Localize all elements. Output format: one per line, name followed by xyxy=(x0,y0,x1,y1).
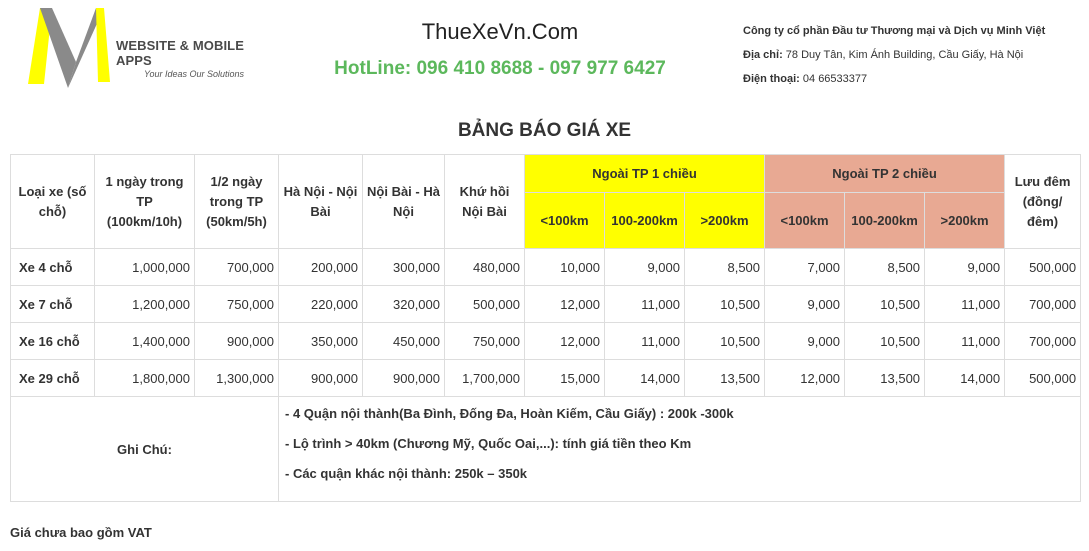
company-info: Công ty cổ phần Đầu tư Thương mại và Dịc… xyxy=(743,19,1045,91)
price-cell: 220,000 xyxy=(278,285,363,323)
header-out-two-way: Ngoài TP 2 chiều xyxy=(764,154,1006,193)
notes-label: Ghi Chú: xyxy=(10,396,279,502)
header-out-one-way: Ngoài TP 1 chiều xyxy=(523,154,766,193)
price-cell: 300,000 xyxy=(362,248,445,286)
phone-label: Điện thoại: xyxy=(743,73,800,85)
note-item: - 4 Quận nội thành(Ba Đình, Đống Đa, Hoà… xyxy=(285,406,734,421)
logo-m-icon xyxy=(28,8,110,88)
price-cell: 500,000 xyxy=(444,285,525,323)
address-label: Địa chỉ: xyxy=(743,49,783,61)
price-cell: 13,500 xyxy=(844,359,926,397)
price-cell: 700,000 xyxy=(194,248,279,286)
price-cell: 11,000 xyxy=(604,285,685,323)
table-row: Xe 29 chỗ 1,800,000 1,300,000 900,000 90… xyxy=(10,359,1082,397)
price-cell: 9,000 xyxy=(764,322,846,360)
brand-tagline: Your Ideas Our Solutions xyxy=(144,69,245,79)
price-cell: 700,000 xyxy=(1004,285,1082,323)
price-cell: 750,000 xyxy=(194,285,279,323)
price-cell: 12,000 xyxy=(764,359,846,397)
header-o2-lt100: <100km xyxy=(764,192,846,249)
car-type-cell: Xe 7 chỗ xyxy=(10,285,95,323)
hotline: HotLine: 096 410 8688 - 097 977 6427 xyxy=(334,58,666,79)
price-cell: 480,000 xyxy=(444,248,525,286)
price-cell: 11,000 xyxy=(924,285,1006,323)
site-name: ThueXeVn.Com xyxy=(421,19,579,44)
note-item: - Lộ trình > 40km (Chương Mỹ, Quốc Oai,.… xyxy=(285,436,692,451)
header-o2-100-200: 100-200km xyxy=(844,192,926,249)
price-cell: 200,000 xyxy=(278,248,363,286)
price-cell: 12,000 xyxy=(524,285,605,323)
table-row: Xe 4 chỗ 1,000,000 700,000 200,000 300,0… xyxy=(10,248,1082,286)
price-cell: 11,000 xyxy=(604,322,685,360)
price-cell: 15,000 xyxy=(524,359,605,397)
header-o1-100-200: 100-200km xyxy=(604,192,685,249)
price-cell: 750,000 xyxy=(444,322,525,360)
price-cell: 11,000 xyxy=(924,322,1006,360)
header-o2-gt200: >200km xyxy=(924,192,1006,249)
brand-logo[interactable]: WEBSITE & MOBILE APPS Your Ideas Our Sol… xyxy=(24,6,264,90)
brand-name: WEBSITE & MOBILE APPS xyxy=(116,38,244,68)
price-cell: 1,800,000 xyxy=(94,359,195,397)
phone-value: 04 66533377 xyxy=(799,73,868,85)
price-cell: 1,400,000 xyxy=(94,322,195,360)
price-cell: 450,000 xyxy=(362,322,445,360)
header-round-trip: Khứ hồi Nội Bài xyxy=(444,154,525,249)
price-cell: 900,000 xyxy=(362,359,445,397)
price-table: Loại xe (số chỗ) 1 ngày trong TP (100km/… xyxy=(10,154,1082,502)
price-cell: 500,000 xyxy=(1004,359,1082,397)
header-o1-gt200: >200km xyxy=(683,192,766,249)
header-nb-hn: Nội Bài - Hà Nội xyxy=(362,154,445,249)
price-cell: 8,500 xyxy=(844,248,926,286)
price-cell: 13,500 xyxy=(683,359,766,397)
header-hn-nb: Hà Nội - Nội Bài xyxy=(278,154,363,249)
header-half-day: 1/2 ngày trong TP (50km/5h) xyxy=(194,154,279,249)
header-o1-lt100: <100km xyxy=(524,192,605,249)
price-cell: 10,500 xyxy=(844,285,926,323)
price-cell: 500,000 xyxy=(1004,248,1082,286)
price-cell: 700,000 xyxy=(1004,322,1082,360)
price-cell: 1,700,000 xyxy=(444,359,525,397)
price-cell: 9,000 xyxy=(764,285,846,323)
price-cell: 350,000 xyxy=(278,322,363,360)
table-row: Xe 16 chỗ 1,400,000 900,000 350,000 450,… xyxy=(10,322,1082,360)
table-row: Xe 7 chỗ 1,200,000 750,000 220,000 320,0… xyxy=(10,285,1082,323)
price-cell: 900,000 xyxy=(194,322,279,360)
price-cell: 900,000 xyxy=(278,359,363,397)
note-item: - Các quận khác nội thành: 250k – 350k xyxy=(285,466,528,481)
price-cell: 10,000 xyxy=(524,248,605,286)
price-cell: 10,500 xyxy=(844,322,926,360)
price-cell: 1,300,000 xyxy=(194,359,279,397)
price-cell: 9,000 xyxy=(604,248,685,286)
address-value: 78 Duy Tân, Kim Ánh Building, Cầu Giấy, … xyxy=(782,49,1024,61)
header-overnight: Lưu đêm (đồng/ đêm) xyxy=(1004,154,1082,249)
header-full-day: 1 ngày trong TP (100km/10h) xyxy=(94,154,195,249)
company-phone: Điện thoại: 04 66533377 xyxy=(743,67,1045,91)
price-cell: 10,500 xyxy=(683,285,766,323)
price-cell: 14,000 xyxy=(924,359,1006,397)
vat-note: Giá chưa bao gồm VAT xyxy=(10,525,152,540)
price-cell: 7,000 xyxy=(764,248,846,286)
price-cell: 10,500 xyxy=(683,322,766,360)
price-cell: 12,000 xyxy=(524,322,605,360)
price-cell: 14,000 xyxy=(604,359,685,397)
company-address: Địa chỉ: 78 Duy Tân, Kim Ánh Building, C… xyxy=(743,43,1045,67)
company-name: Công ty cổ phần Đầu tư Thương mại và Dịc… xyxy=(743,25,1046,37)
price-cell: 9,000 xyxy=(924,248,1006,286)
price-cell: 8,500 xyxy=(683,248,766,286)
car-type-cell: Xe 16 chỗ xyxy=(10,322,95,360)
notes-row: Ghi Chú: - 4 Quận nội thành(Ba Đình, Đốn… xyxy=(10,396,1082,502)
header-car-type: Loại xe (số chỗ) xyxy=(10,154,95,249)
price-cell: 320,000 xyxy=(362,285,445,323)
price-cell: 1,200,000 xyxy=(94,285,195,323)
notes-list: - 4 Quận nội thành(Ba Đình, Đống Đa, Hoà… xyxy=(277,396,1082,502)
car-type-cell: Xe 4 chỗ xyxy=(10,248,95,286)
page-title: BẢNG BÁO GIÁ XE xyxy=(457,120,632,141)
car-type-cell: Xe 29 chỗ xyxy=(10,359,95,397)
price-cell: 1,000,000 xyxy=(94,248,195,286)
